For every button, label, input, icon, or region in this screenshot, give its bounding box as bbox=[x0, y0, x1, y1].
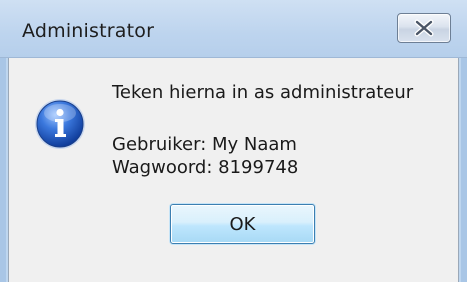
password-text: Wagwoord: 8199748 bbox=[112, 157, 299, 178]
close-icon bbox=[414, 19, 434, 37]
dialog-content: Teken hierna in as administrateur Gebrui… bbox=[8, 58, 459, 282]
username-text: Gebruiker: My Naam bbox=[112, 134, 297, 155]
close-button[interactable] bbox=[397, 13, 451, 43]
information-icon bbox=[35, 99, 85, 149]
window-title: Administrator bbox=[22, 20, 155, 42]
ok-button[interactable]: OK bbox=[170, 204, 315, 244]
dialog-message: Teken hierna in as administrateur bbox=[112, 82, 414, 103]
title-bar[interactable]: Administrator bbox=[0, 0, 467, 58]
